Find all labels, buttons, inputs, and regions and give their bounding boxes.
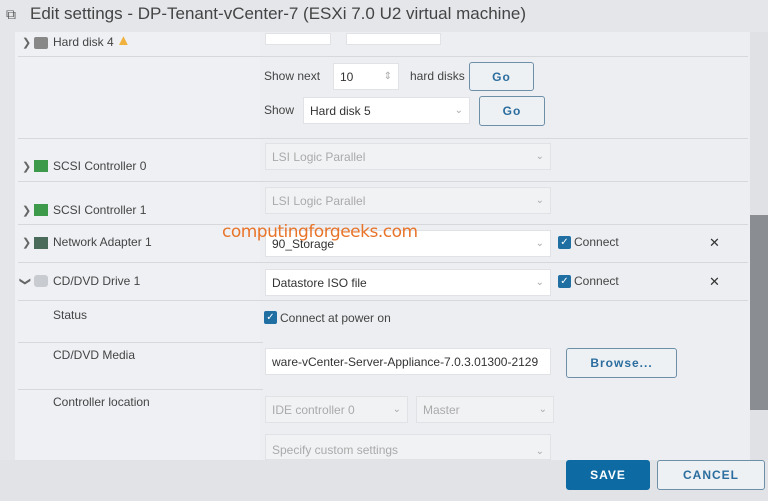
scrollbar-thumb[interactable] — [750, 215, 768, 410]
browse-button[interactable]: Browse... — [566, 348, 677, 378]
controller-position-value: Master — [423, 402, 460, 417]
network-adapter-icon — [34, 237, 48, 249]
chevron-down-icon: ⌄ — [535, 151, 544, 162]
go-next-button[interactable]: Go — [469, 62, 534, 91]
cancel-button[interactable]: CANCEL — [657, 460, 765, 490]
scsi-1-type-value: LSI Logic Parallel — [272, 193, 366, 208]
cd-dvd-icon — [34, 275, 48, 287]
expand-chevron-icon[interactable]: ❯ — [22, 204, 31, 217]
status-label: Status — [53, 308, 88, 322]
scsi-1-type-select: LSI Logic Parallel ⌄ — [265, 187, 551, 214]
chevron-down-icon: ⌄ — [535, 195, 544, 206]
chevron-down-icon: ⌄ — [392, 404, 401, 415]
cd-dvd-media-value: ware-vCenter-Server-Appliance-7.0.3.0130… — [272, 354, 539, 369]
watermark: computingforgeeks.com — [222, 222, 418, 242]
custom-settings-select[interactable]: Specify custom settings ⌄ — [265, 434, 551, 460]
expand-chevron-icon[interactable]: ❯ — [22, 160, 31, 173]
hard-disk-unit-select[interactable] — [346, 33, 441, 45]
connect-at-power-on-checkbox[interactable]: ✓ — [264, 311, 277, 324]
custom-settings-value: Specify custom settings — [272, 443, 399, 457]
show-next-label: Show next — [264, 69, 321, 83]
go-show-button[interactable]: Go — [479, 96, 545, 126]
chevron-down-icon: ⌄ — [538, 404, 547, 415]
cd-dvd-connect-label: Connect — [574, 274, 619, 288]
scsi-controller-0-label: SCSI Controller 0 — [53, 159, 147, 173]
expand-chevron-icon[interactable]: ❯ — [22, 36, 31, 49]
cd-dvd-media-label: CD/DVD Media — [53, 348, 136, 362]
ide-controller-select: IDE controller 0 ⌄ — [265, 396, 408, 423]
controller-location-label: Controller location — [53, 395, 150, 409]
hard-disk-4-label: Hard disk 4 — [53, 35, 114, 49]
dialog-footer — [0, 460, 768, 501]
scsi-controller-icon — [34, 160, 48, 172]
chevron-down-icon: ⌄ — [454, 105, 463, 116]
stepper-arrows-icon[interactable]: ⇕ — [384, 71, 392, 82]
scsi-controller-1-label: SCSI Controller 1 — [53, 203, 147, 217]
cd-dvd-drive-1-label: CD/DVD Drive 1 — [53, 274, 141, 288]
show-disk-value: Hard disk 5 — [310, 103, 371, 118]
scsi-0-type-value: LSI Logic Parallel — [272, 149, 366, 164]
remove-network-icon[interactable]: ✕ — [709, 235, 720, 251]
cd-dvd-connect-checkbox[interactable]: ✓ — [558, 275, 571, 288]
show-next-stepper[interactable]: 10 ⇕ — [333, 63, 399, 90]
show-label: Show — [264, 103, 295, 117]
expand-chevron-icon[interactable]: ❯ — [22, 236, 31, 249]
show-disk-select[interactable]: Hard disk 5 ⌄ — [303, 97, 470, 124]
remove-cd-dvd-icon[interactable]: ✕ — [709, 274, 720, 290]
hard-disk-icon — [34, 37, 48, 49]
save-button[interactable]: SAVE — [566, 460, 650, 490]
cd-dvd-media-input[interactable]: ware-vCenter-Server-Appliance-7.0.3.0130… — [265, 348, 551, 375]
chevron-down-icon: ⌄ — [535, 238, 544, 249]
controller-position-select: Master ⌄ — [416, 396, 554, 423]
warning-icon: ▲ — [116, 32, 131, 49]
ide-controller-value: IDE controller 0 — [272, 402, 355, 417]
vm-settings-icon: ⧉ — [6, 6, 16, 22]
chevron-down-icon: ⌄ — [535, 277, 544, 288]
stepper-value: 10 — [340, 69, 354, 84]
network-connect-label: Connect — [574, 235, 619, 249]
hard-disk-size-input[interactable] — [265, 33, 331, 45]
scsi-controller-icon — [34, 204, 48, 216]
chevron-down-icon: ⌄ — [535, 446, 544, 457]
connect-at-power-on-label: Connect at power on — [280, 311, 391, 325]
hard-disks-label: hard disks — [410, 69, 465, 83]
network-adapter-1-label: Network Adapter 1 — [53, 235, 152, 249]
cd-dvd-source-value: Datastore ISO file — [272, 275, 367, 290]
collapse-chevron-icon[interactable]: ❯ — [19, 277, 32, 286]
network-connect-checkbox[interactable]: ✓ — [558, 236, 571, 249]
dialog-title: Edit settings - DP-Tenant-vCenter-7 (ESX… — [30, 4, 527, 23]
scsi-0-type-select: LSI Logic Parallel ⌄ — [265, 143, 551, 170]
cd-dvd-source-select[interactable]: Datastore ISO file ⌄ — [265, 269, 551, 296]
